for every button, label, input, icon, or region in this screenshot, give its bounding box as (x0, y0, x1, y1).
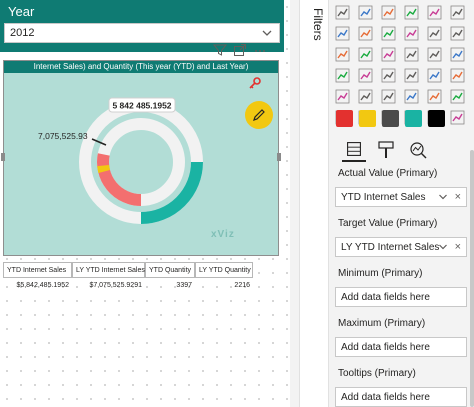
pie-chart-icon[interactable] (403, 46, 420, 63)
field-well-dropzone[interactable]: Add data fields here (335, 287, 467, 307)
clustered-column-icon[interactable] (403, 4, 420, 21)
visual-header-toolbar (213, 43, 285, 59)
well-value: LY YTD Internet Sales (341, 242, 440, 253)
custom-visual-5-icon[interactable] (428, 110, 445, 127)
actual-arc (97, 153, 142, 206)
area-chart-icon[interactable] (357, 25, 374, 42)
python-visual-icon[interactable] (449, 88, 466, 105)
gauge-icon[interactable] (403, 67, 420, 84)
kpi-icon[interactable] (334, 88, 351, 105)
custom-visual-2-icon[interactable] (359, 110, 376, 127)
pane-tabs (330, 138, 470, 162)
filters-label: Filters (311, 8, 325, 41)
table-cell: $7,075,525.9291 (89, 282, 142, 289)
chevron-down-icon (262, 30, 272, 36)
card-icon[interactable] (426, 67, 443, 84)
waterfall-icon[interactable] (334, 46, 351, 63)
stacked-bar-icon[interactable] (334, 4, 351, 21)
remove-field-icon[interactable]: × (455, 241, 461, 253)
actual-value-label: 5 842 485.1952 (112, 101, 171, 111)
100-column-icon[interactable] (449, 4, 466, 21)
more-options-icon[interactable] (253, 43, 267, 57)
filter-icon[interactable] (213, 43, 227, 57)
powerapps-icon[interactable] (449, 109, 466, 126)
scatter-icon[interactable] (380, 46, 397, 63)
xviz-watermark: xViz (211, 229, 235, 240)
donut-gauge-visual[interactable]: Internet Sales) and Quantity (This year … (3, 60, 279, 256)
target-value-label: 7,075,525.93 (38, 131, 88, 141)
well-value: Add data fields here (341, 342, 430, 353)
well-label: Minimum (Primary) (338, 268, 423, 279)
target-marker (97, 164, 111, 173)
field-well-pill[interactable]: YTD Internet Sales × (335, 187, 467, 207)
matrix-icon[interactable] (403, 88, 420, 105)
table-cell: $5,842,485.1952 (16, 282, 69, 289)
pencil-icon (253, 109, 265, 121)
multirow-card-icon[interactable] (449, 67, 466, 84)
table-header-row: YTD Internet Sales LY YTD Internet Sales… (3, 262, 253, 278)
report-canvas[interactable]: Year 2012 Internet Sales) and Quantity (… (0, 0, 290, 407)
treemap-icon[interactable] (449, 46, 466, 63)
well-value: Add data fields here (341, 392, 430, 403)
key-icon[interactable] (248, 76, 262, 90)
100-bar-icon[interactable] (426, 4, 443, 21)
table-cell: 2216 (234, 282, 250, 289)
stacked-column-icon[interactable] (357, 4, 374, 21)
custom-visual-4-icon[interactable] (405, 110, 422, 127)
custom-visual-3-icon[interactable] (382, 110, 399, 127)
slicer-selected-value: 2012 (10, 27, 35, 39)
donut-chart[interactable]: 7,075,525.93 5 842 485.1952 (4, 73, 278, 255)
format-tab-icon[interactable] (374, 138, 398, 162)
line-clustered-icon[interactable] (426, 25, 443, 42)
visualizations-pane: Actual Value (Primary) YTD Internet Sales… (330, 0, 474, 407)
well-label: Actual Value (Primary) (338, 168, 438, 179)
ribbon-chart-icon[interactable] (449, 25, 466, 42)
slicer-dropdown[interactable]: 2012 (4, 23, 280, 43)
shape-map-icon[interactable] (380, 67, 397, 84)
custom-visual-1-icon[interactable] (336, 110, 353, 127)
powerbi-window: Year 2012 Internet Sales) and Quantity (… (0, 0, 474, 407)
pane-scrollbar[interactable] (470, 150, 474, 407)
r-visual-icon[interactable] (426, 88, 443, 105)
map-icon[interactable] (334, 67, 351, 84)
visual-title: Internet Sales) and Quantity (This year … (33, 62, 249, 71)
line-chart-icon[interactable] (334, 25, 351, 42)
table-row: $5,842,485.1952 $7,075,525.9291 3397 221… (3, 278, 253, 294)
field-well-dropzone[interactable]: Add data fields here (335, 387, 467, 407)
fields-tab-icon[interactable] (342, 138, 366, 162)
data-table: YTD Internet Sales LY YTD Internet Sales… (3, 262, 253, 294)
edit-button[interactable] (245, 101, 273, 129)
visual-title-bar: Internet Sales) and Quantity (This year … (4, 61, 278, 73)
column-header[interactable]: LY YTD Internet Sales (72, 262, 145, 278)
column-header[interactable]: YTD Quantity (145, 262, 195, 278)
chevron-down-icon[interactable] (438, 241, 448, 253)
slicer-icon[interactable] (357, 88, 374, 105)
table-icon[interactable] (380, 88, 397, 105)
clustered-bar-icon[interactable] (380, 4, 397, 21)
chevron-down-icon[interactable] (438, 191, 448, 203)
analytics-tab-icon[interactable] (406, 138, 430, 162)
well-label: Maximum (Primary) (338, 318, 426, 329)
resize-handle-right[interactable] (277, 153, 281, 161)
table-cell: 3397 (176, 282, 192, 289)
well-label: Tooltips (Primary) (338, 368, 416, 379)
field-well-pill[interactable]: LY YTD Internet Sales × (335, 237, 467, 257)
funnel-icon[interactable] (357, 46, 374, 63)
well-value: YTD Internet Sales (341, 192, 426, 203)
resize-handle-left[interactable] (1, 153, 5, 161)
column-header[interactable]: LY YTD Quantity (195, 262, 253, 278)
line-column-icon[interactable] (403, 25, 420, 42)
slicer-title: Year (8, 4, 35, 19)
focus-mode-icon[interactable] (233, 43, 247, 57)
field-well-dropzone[interactable]: Add data fields here (335, 337, 467, 357)
remove-field-icon[interactable]: × (455, 191, 461, 203)
filled-map-icon[interactable] (357, 67, 374, 84)
well-value: Add data fields here (341, 292, 430, 303)
donut-chart-icon[interactable] (426, 46, 443, 63)
column-header[interactable]: YTD Internet Sales (3, 262, 72, 278)
filters-pane[interactable]: Filters (299, 0, 329, 407)
well-label: Target Value (Primary) (338, 218, 438, 229)
stacked-area-icon[interactable] (380, 25, 397, 42)
